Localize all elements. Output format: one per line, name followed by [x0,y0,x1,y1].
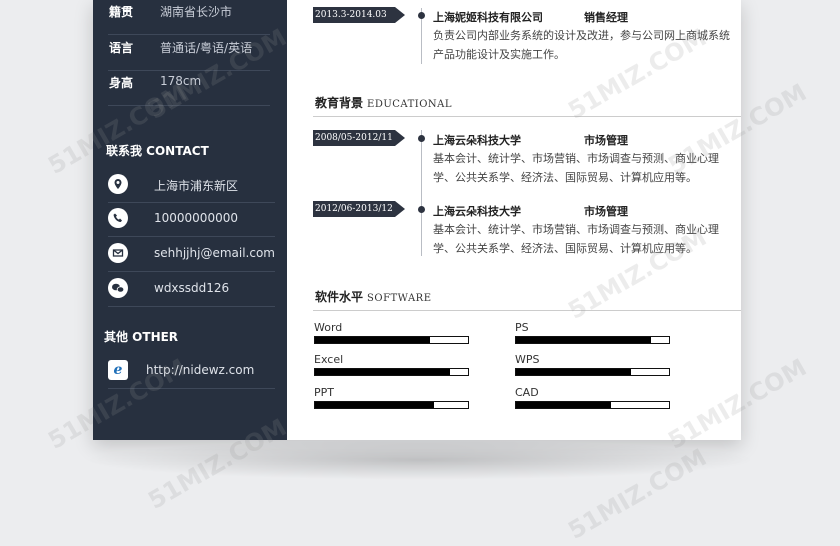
education-timeline-dot [418,206,425,213]
skill-bar [314,368,469,376]
contact-value: sehhjjhj@email.com [154,246,275,260]
contact-row-phone: 10000000000 [108,202,275,237]
education-timeline-dot [418,135,425,142]
personal-row-hometown: 籍贯 湖南省长沙市 [108,0,270,35]
software-title: 软件水平 SOFTWARE [315,288,432,305]
education-title-cn: 教育背景 [315,96,364,110]
contact-value: 10000000000 [154,211,238,225]
skill-bar-fill [315,402,435,408]
contact-row-email: sehhjjhj@email.com [108,237,275,272]
other-title: 其他 OTHER [104,330,179,344]
education-desc: 基本会计、统计学、市场营销、市场调查与预测、商业心理学、公共关系学、经济法、国际… [433,223,719,255]
software-rule [313,310,741,311]
personal-value: 湖南省长沙市 [160,5,233,19]
skill-bar [515,368,670,376]
software-title-cn: 软件水平 [315,290,364,304]
skill-bar [314,336,469,344]
education-org: 上海云朵科技大学 [433,134,521,147]
skill-bar [314,401,469,409]
work-role: 销售经理 [584,11,628,24]
skill-label: CAD [515,386,539,399]
location-icon [108,174,128,194]
skill-bar [515,336,670,344]
contact-row-wechat: wdxssdd126 [108,272,275,307]
education-major: 市场管理 [584,205,628,218]
skill-bar-fill [516,402,611,408]
education-date-tag: 2008/05-2012/11 [313,130,405,146]
education-desc: 基本会计、统计学、市场营销、市场调查与预测、商业心理学、公共关系学、经济法、国际… [433,152,719,184]
work-org: 上海妮姬科技有限公司 [433,11,543,24]
email-icon [108,243,128,263]
page-shadow [82,440,758,480]
education-org: 上海云朵科技大学 [433,205,521,218]
contact-title: 联系我 CONTACT [106,144,209,158]
personal-key: 籍贯 [109,5,134,19]
education-title: 教育背景 EDUCATIONAL [315,94,452,111]
personal-value: 178cm [160,74,202,88]
ie-browser-icon: e [108,360,128,380]
software-title-en: SOFTWARE [367,293,432,304]
skill-label: PS [515,321,529,334]
education-date-tag: 2012/06-2013/12 [313,201,405,217]
skill-bar-fill [516,369,631,375]
education-major: 市场管理 [584,134,628,147]
other-row-website: e http://nidewz.com [108,354,275,389]
skill-label: Word [314,321,343,334]
personal-row-language: 语言 普通话/粤语/英语 [108,36,270,71]
education-title-en: EDUCATIONAL [367,99,453,110]
personal-key: 身高 [109,76,134,90]
other-value: http://nidewz.com [146,363,255,377]
skill-label: Excel [314,353,344,366]
work-timeline-dot [418,12,425,19]
work-desc: 负责公司内部业务系统的设计及改进，参与公司网上商城系统产品功能设计及实施工作。 [433,29,730,61]
personal-key: 语言 [109,41,134,55]
sidebar: 籍贯 湖南省长沙市 语言 普通话/粤语/英语 身高 178cm 联系我 CONT… [93,0,287,440]
contact-row-address: 上海市浦东新区 [108,168,275,203]
skill-bar [515,401,670,409]
skill-bar-fill [315,337,430,343]
skill-label: WPS [515,353,540,366]
personal-row-height: 身高 178cm [108,71,270,106]
education-rule [313,116,741,117]
wechat-icon [108,278,128,298]
phone-icon [108,208,128,228]
contact-value: 上海市浦东新区 [154,179,239,193]
personal-value: 普通话/粤语/英语 [160,41,253,55]
skill-bar-fill [516,337,651,343]
skill-label: PPT [314,386,334,399]
work-date-tag: 2013.3-2014.03 [313,7,405,23]
contact-value: wdxssdd126 [154,281,230,295]
education-timeline-line [421,130,422,256]
skill-bar-fill [315,369,450,375]
